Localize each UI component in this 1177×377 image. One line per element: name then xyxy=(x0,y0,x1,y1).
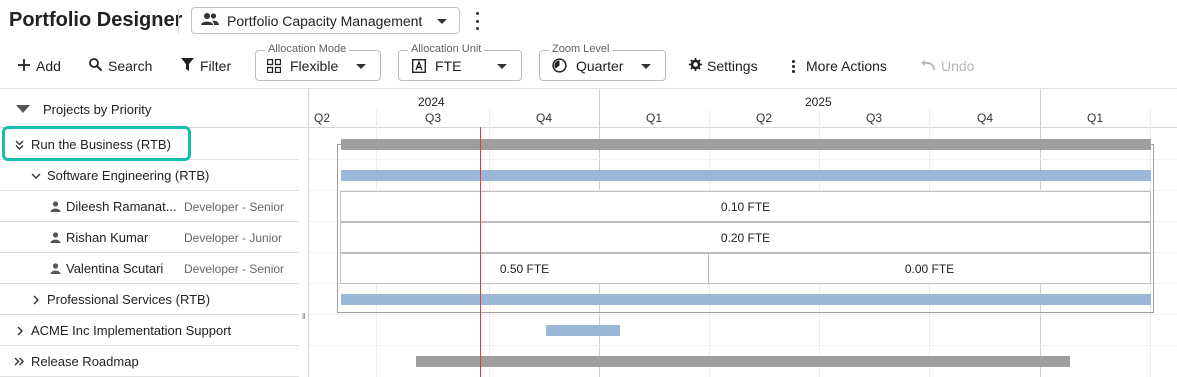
person-icon xyxy=(50,232,61,243)
person-icon xyxy=(50,201,61,212)
gear-icon xyxy=(688,57,709,75)
toolbar-bottom-rule xyxy=(0,88,1177,89)
view-selector-label: Portfolio Capacity Management xyxy=(227,12,423,29)
zoom-level-legend: Zoom Level xyxy=(549,43,613,56)
tree-row-label: ACME Inc Implementation Support xyxy=(31,323,232,338)
undo-label: Undo xyxy=(941,58,975,74)
quarter-label: Q2 xyxy=(314,111,331,125)
allocation-cell-valentina-2[interactable]: 0.00 FTE xyxy=(708,253,1151,284)
allocation-mode-select[interactable]: Allocation Mode Flexible xyxy=(255,43,381,81)
tree-row-acme-implementation[interactable]: ACME Inc Implementation Support xyxy=(0,315,300,346)
add-button[interactable]: Add xyxy=(18,55,61,77)
triangle-down-icon xyxy=(16,105,30,113)
year-label: 2024 xyxy=(418,95,445,109)
row-rule xyxy=(309,345,1177,346)
more-actions-button[interactable]: More Actions xyxy=(792,55,887,77)
allocation-cell-dileesh[interactable]: 0.10 FTE xyxy=(340,191,1151,222)
tree-row-label: Professional Services (RTB) xyxy=(47,292,211,307)
filter-label: Filter xyxy=(200,58,232,74)
filter-button[interactable]: Filter xyxy=(181,55,231,77)
gantt-bar-software-engineering[interactable] xyxy=(341,170,1151,181)
allocation-unit-select[interactable]: Allocation Unit FTE xyxy=(398,43,522,81)
allocation-mode-legend: Allocation Mode xyxy=(265,43,350,56)
person-role: Developer - Senior xyxy=(184,261,285,276)
quarter-label: Q2 xyxy=(756,111,773,125)
year-label: 2025 xyxy=(805,95,832,109)
chevron-down-icon[interactable] xyxy=(30,173,42,179)
pane-splitter[interactable] xyxy=(308,88,309,377)
tree-header-label: Projects by Priority xyxy=(43,101,152,117)
chevron-right-icon[interactable] xyxy=(30,295,42,305)
allocation-cell-rishan[interactable]: 0.20 FTE xyxy=(340,222,1151,253)
undo-button[interactable]: Undo xyxy=(920,55,974,77)
allocation-unit-value: FTE xyxy=(435,57,462,74)
gantt-bar-acme-implementation[interactable] xyxy=(546,325,620,336)
view-selector[interactable]: Portfolio Capacity Management xyxy=(191,7,460,34)
header-divider xyxy=(178,9,179,33)
gantt-bar-run-the-business[interactable] xyxy=(341,139,1151,150)
tree-row-dileesh-ramanathan[interactable]: Dileesh Ramanat... Developer - Senior xyxy=(0,191,300,222)
tree-row-label: Software Engineering (RTB) xyxy=(47,168,210,183)
more-vert-icon[interactable] xyxy=(474,12,480,30)
gantt-bar-professional-services[interactable] xyxy=(341,294,1151,305)
tree-row-rishan-kumar[interactable]: Rishan Kumar Developer - Junior xyxy=(0,222,300,253)
undo-icon xyxy=(920,58,941,74)
add-label: Add xyxy=(36,58,61,74)
row-rule xyxy=(309,314,1177,315)
allocation-cell-valentina-1[interactable]: 0.50 FTE xyxy=(340,253,709,284)
filter-icon xyxy=(181,58,200,74)
settings-button[interactable]: Settings xyxy=(688,55,758,77)
quarter-label: Q4 xyxy=(977,111,994,125)
person-name: Dileesh Ramanat... xyxy=(66,199,177,214)
quarter-label: Q4 xyxy=(536,111,553,125)
today-marker xyxy=(480,127,481,377)
splitter-grip-icon[interactable]: ‖ xyxy=(302,312,305,321)
double-chevron-right-icon[interactable] xyxy=(13,357,25,366)
people-icon xyxy=(201,12,219,29)
clock-half-icon xyxy=(552,58,567,73)
more-actions-label: More Actions xyxy=(806,58,887,74)
person-icon xyxy=(50,263,61,274)
quarter-label: Q3 xyxy=(425,111,442,125)
chevron-down-icon xyxy=(437,19,447,24)
tree-row-valentina-scutari[interactable]: Valentina Scutari Developer - Senior xyxy=(0,253,300,284)
chevron-down-icon xyxy=(497,64,507,69)
search-button[interactable]: Search xyxy=(89,55,152,77)
tree-row-label: Release Roadmap xyxy=(31,354,139,369)
allocation-unit-legend: Allocation Unit xyxy=(408,43,485,56)
letter-a-box-icon xyxy=(412,58,426,73)
more-vert-icon xyxy=(792,59,796,73)
allocation-mode-value: Flexible xyxy=(290,57,339,74)
person-role: Developer - Senior xyxy=(184,199,285,214)
tree-row-release-roadmap[interactable]: Release Roadmap xyxy=(0,346,300,377)
zoom-level-select[interactable]: Zoom Level Quarter xyxy=(539,43,666,81)
gantt-bar-release-roadmap[interactable] xyxy=(416,356,1070,367)
search-label: Search xyxy=(108,58,153,74)
zoom-level-value: Quarter xyxy=(576,57,624,74)
search-icon xyxy=(89,58,108,74)
person-name: Valentina Scutari xyxy=(66,261,164,276)
tree-row-professional-services[interactable]: Professional Services (RTB) xyxy=(0,284,300,315)
quarter-label: Q1 xyxy=(646,111,663,125)
person-role: Developer - Junior xyxy=(184,230,283,245)
quarter-label: Q1 xyxy=(1087,111,1104,125)
highlight-frame xyxy=(2,126,191,161)
quarter-label: Q3 xyxy=(866,111,883,125)
tree-header[interactable]: Projects by Priority xyxy=(0,92,300,126)
chevron-right-icon[interactable] xyxy=(14,326,26,336)
app-title: Portfolio Designer xyxy=(9,9,183,31)
tree-row-software-engineering[interactable]: Software Engineering (RTB) xyxy=(0,160,300,191)
chevron-down-icon xyxy=(356,64,366,69)
plus-icon xyxy=(18,58,36,74)
grid-icon xyxy=(267,58,281,73)
chevron-down-icon xyxy=(641,64,651,69)
settings-label: Settings xyxy=(707,58,758,74)
person-name: Rishan Kumar xyxy=(66,230,149,245)
